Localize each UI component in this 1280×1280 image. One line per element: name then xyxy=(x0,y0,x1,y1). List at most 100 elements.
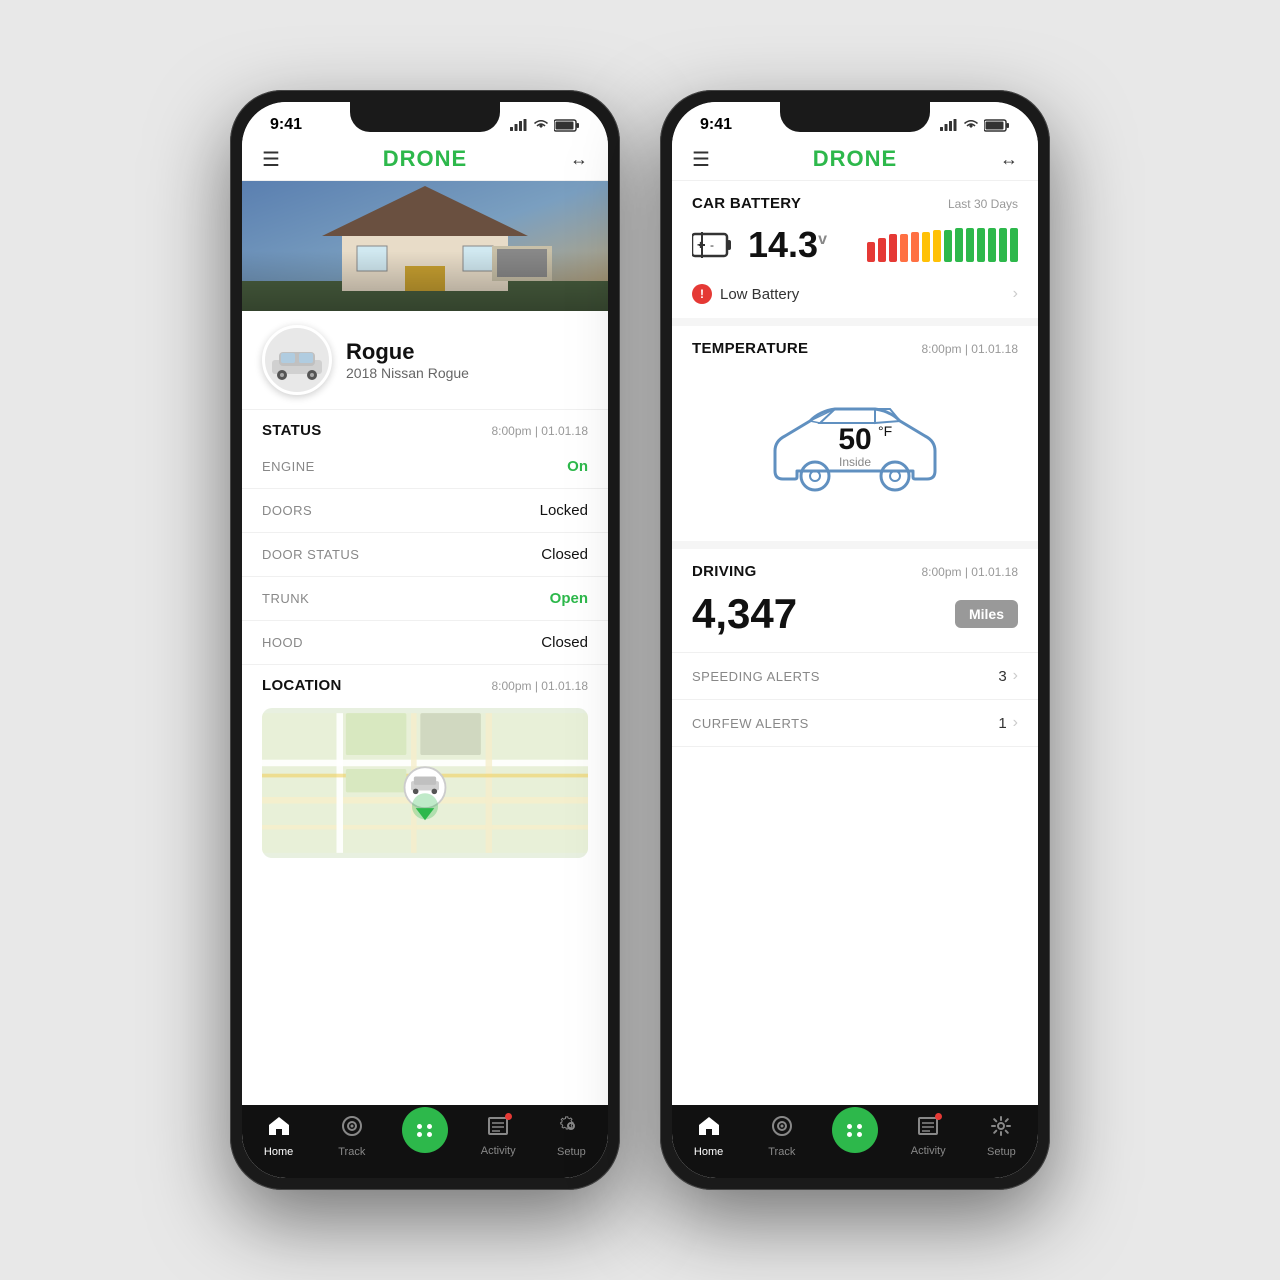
miles-button[interactable]: Miles xyxy=(955,600,1018,628)
status-title: STATUS xyxy=(262,422,322,439)
hamburger-icon-1[interactable]: ☰ xyxy=(262,147,280,172)
speeding-value: 3 › xyxy=(998,667,1018,685)
center-button-1[interactable] xyxy=(402,1107,448,1153)
setup-icon-1 xyxy=(560,1115,582,1143)
status-row-doors: DOORS Locked xyxy=(242,489,608,533)
nav-setup-label-2: Setup xyxy=(987,1146,1016,1158)
miles-count: 4,347 xyxy=(692,590,797,638)
battery-header: CAR BATTERY Last 30 Days xyxy=(692,195,1018,212)
vehicle-model: 2018 Nissan Rogue xyxy=(346,365,469,381)
nav-track-label-1: Track xyxy=(338,1146,365,1158)
track-icon-2 xyxy=(771,1115,793,1143)
nav-track-1[interactable]: Track xyxy=(315,1115,388,1158)
temperature-time: 8:00pm | 01.01.18 xyxy=(921,342,1018,356)
nav-setup-1[interactable]: Setup xyxy=(535,1115,608,1158)
curfew-alerts-row[interactable]: CURFEW ALERTS 1 › xyxy=(672,700,1038,747)
bar-2 xyxy=(878,238,886,262)
car-avatar-svg xyxy=(267,340,327,380)
bottom-nav-1: Home Track xyxy=(242,1105,608,1178)
battery-period: Last 30 Days xyxy=(948,197,1018,211)
status-time: 8:00pm | 01.01.18 xyxy=(491,424,588,438)
location-title: LOCATION xyxy=(262,677,342,694)
signal-icon-2 xyxy=(940,119,958,131)
miles-row: 4,347 Miles xyxy=(692,590,1018,638)
nav-setup-label-1: Setup xyxy=(557,1146,586,1158)
activity-icon-wrap-1 xyxy=(487,1115,509,1142)
status-row-trunk: TRUNK Open xyxy=(242,577,608,621)
nav-track-2[interactable]: Track xyxy=(745,1115,818,1158)
dot-7 xyxy=(847,1132,852,1137)
speeding-chevron: › xyxy=(1013,667,1018,685)
curfew-chevron: › xyxy=(1013,714,1018,732)
hamburger-icon-2[interactable]: ☰ xyxy=(692,147,710,172)
battery-chevron: › xyxy=(1013,285,1018,303)
app-logo-2: DRONE xyxy=(813,146,897,172)
battery-voltage-row: + - 14.3v xyxy=(692,224,1018,266)
driving-section: DRIVING 8:00pm | 01.01.18 4,347 Miles xyxy=(672,549,1038,653)
dot-2 xyxy=(427,1124,432,1129)
nav-activity-label-1: Activity xyxy=(481,1145,516,1157)
wifi-icon-2 xyxy=(963,119,979,131)
curfew-count: 1 xyxy=(998,715,1006,732)
nav-home-2[interactable]: Home xyxy=(672,1115,745,1158)
nav-activity-2[interactable]: Activity xyxy=(892,1115,965,1158)
door-status-value: Closed xyxy=(541,546,588,563)
p2-content: CAR BATTERY Last 30 Days + xyxy=(672,181,1038,1105)
setup-svg-1 xyxy=(560,1115,582,1137)
hero-image xyxy=(242,181,608,311)
driving-header: DRIVING 8:00pm | 01.01.18 xyxy=(692,563,1018,584)
nav-home-label-2: Home xyxy=(694,1146,723,1158)
nav-setup-2[interactable]: Setup xyxy=(965,1115,1038,1158)
nav-center-1[interactable] xyxy=(388,1115,461,1158)
setup-svg-2 xyxy=(990,1115,1012,1137)
status-header: STATUS 8:00pm | 01.01.18 xyxy=(242,410,608,445)
arrow-icon-1[interactable]: ↔ xyxy=(570,149,588,170)
bar-7 xyxy=(933,230,941,262)
vehicle-profile: Rogue 2018 Nissan Rogue xyxy=(242,311,608,410)
speeding-alerts-row[interactable]: SPEEDING ALERTS 3 › xyxy=(672,653,1038,700)
nav-home-1[interactable]: Home xyxy=(242,1115,315,1158)
trunk-value: Open xyxy=(550,590,588,607)
car-avatar xyxy=(262,325,332,395)
dot-6 xyxy=(857,1124,862,1129)
phone-2-inner: 9:41 xyxy=(672,102,1038,1178)
center-dots-2 xyxy=(847,1124,863,1137)
time-2: 9:41 xyxy=(700,116,732,134)
svg-text:°F: °F xyxy=(878,423,892,439)
low-battery-row[interactable]: ! Low Battery › xyxy=(692,274,1018,304)
content-1: Rogue 2018 Nissan Rogue STATUS 8:00pm | … xyxy=(242,181,608,1105)
status-row-engine: ENGINE On xyxy=(242,445,608,489)
track-svg-1 xyxy=(341,1115,363,1137)
center-dots-1 xyxy=(417,1124,433,1137)
dot-1 xyxy=(417,1124,422,1129)
map-svg xyxy=(262,708,588,858)
track-icon-1 xyxy=(341,1115,363,1143)
center-button-2[interactable] xyxy=(832,1107,878,1153)
status-row-hood: HOOD Closed xyxy=(242,621,608,665)
activity-red-dot-1 xyxy=(505,1113,512,1120)
nav-activity-1[interactable]: Activity xyxy=(462,1115,535,1158)
location-header: LOCATION 8:00pm | 01.01.18 xyxy=(242,665,608,700)
battery-title: CAR BATTERY xyxy=(692,195,801,212)
arrow-icon-2[interactable]: ↔ xyxy=(1000,149,1018,170)
driving-time: 8:00pm | 01.01.18 xyxy=(921,565,1018,579)
activity-icon-wrap-2 xyxy=(917,1115,939,1142)
bar-8 xyxy=(944,230,952,262)
location-time: 8:00pm | 01.01.18 xyxy=(491,679,588,693)
speeding-count: 3 xyxy=(998,668,1006,685)
alert-circle-battery: ! xyxy=(692,284,712,304)
house-illustration xyxy=(242,181,608,311)
nav-home-label-1: Home xyxy=(264,1146,293,1158)
status-icons-1 xyxy=(510,119,580,132)
notch-2 xyxy=(780,102,930,132)
status-row-door-status: DOOR STATUS Closed xyxy=(242,533,608,577)
hood-value: Closed xyxy=(541,634,588,651)
nav-center-2[interactable] xyxy=(818,1115,891,1158)
battery-icon: + - xyxy=(692,232,732,258)
status-icons-2 xyxy=(940,119,1010,132)
wifi-icon-1 xyxy=(533,119,549,131)
map-container[interactable] xyxy=(262,708,588,858)
bar-6 xyxy=(922,232,930,262)
low-battery-text: Low Battery xyxy=(720,286,799,303)
bottom-nav-2: Home Track xyxy=(672,1105,1038,1178)
